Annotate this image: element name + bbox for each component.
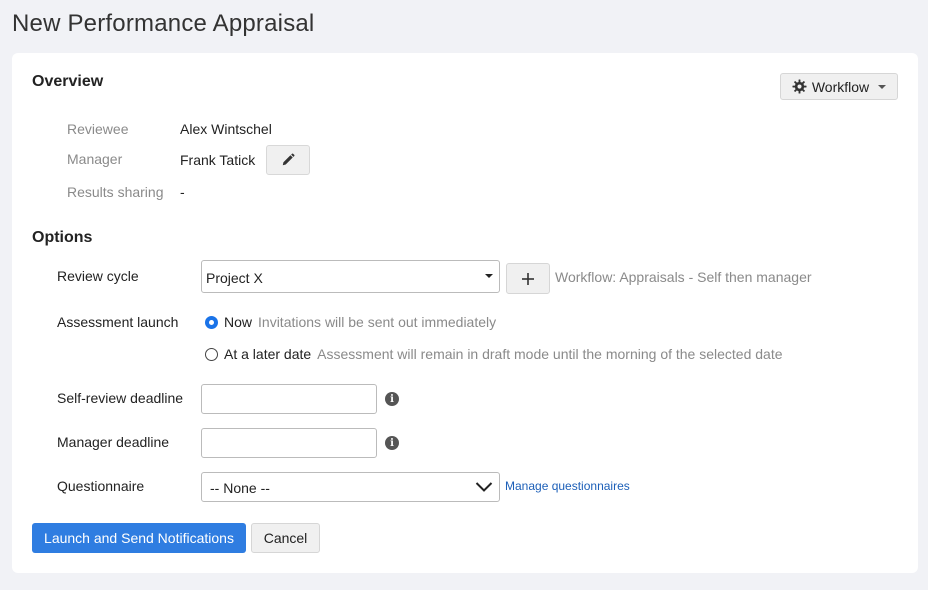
manager-label: Manager xyxy=(67,151,123,167)
workflow-button[interactable]: Workflow xyxy=(780,73,898,100)
results-sharing-value: - xyxy=(180,184,185,200)
radio-now[interactable] xyxy=(205,315,218,329)
cancel-button[interactable]: Cancel xyxy=(251,523,320,553)
radio-later-description: Assessment will remain in draft mode unt… xyxy=(317,346,783,362)
info-icon[interactable]: i xyxy=(385,392,399,406)
page-title: New Performance Appraisal xyxy=(12,10,315,37)
edit-manager-button[interactable] xyxy=(266,145,310,175)
plus-icon xyxy=(522,272,534,285)
pencil-icon xyxy=(281,153,295,167)
radio-later-label: At a later date xyxy=(224,346,312,362)
chevron-down-icon xyxy=(475,481,493,493)
caret-down-icon xyxy=(485,274,493,278)
radio-later-row: At a later date Assessment will remain i… xyxy=(205,346,783,362)
workflow-note: Workflow: Appraisals - Self then manager xyxy=(555,269,812,285)
review-cycle-value: Project X xyxy=(206,270,263,286)
reviewee-label: Reviewee xyxy=(67,121,129,137)
radio-now-description: Invitations will be sent out immediately xyxy=(258,314,497,330)
info-icon[interactable]: i xyxy=(385,436,399,450)
radio-now-label: Now xyxy=(224,314,253,330)
workflow-button-label: Workflow xyxy=(811,78,870,95)
gear-icon xyxy=(792,79,807,94)
review-cycle-select[interactable]: Project X xyxy=(201,260,500,293)
overview-heading: Overview xyxy=(32,73,104,90)
review-cycle-label: Review cycle xyxy=(57,268,139,284)
manage-questionnaires-link[interactable]: Manage questionnaires xyxy=(505,479,630,493)
manager-deadline-label: Manager deadline xyxy=(57,434,170,450)
manager-value: Frank Tatick xyxy=(180,152,256,168)
options-heading: Options xyxy=(32,229,93,246)
manager-deadline-input[interactable] xyxy=(201,428,377,458)
appraisal-form-card: Overview Workflow Reviewee Alex Wintsche… xyxy=(12,53,918,573)
launch-and-send-notifications-button[interactable]: Launch and Send Notifications xyxy=(32,523,246,553)
add-review-cycle-button[interactable] xyxy=(506,263,550,294)
assessment-launch-label: Assessment launch xyxy=(57,314,179,330)
radio-later[interactable] xyxy=(205,347,218,361)
radio-now-row: Now Invitations will be sent out immedia… xyxy=(205,314,496,330)
questionnaire-select[interactable]: -- None -- xyxy=(201,472,500,502)
self-review-deadline-input[interactable] xyxy=(201,384,377,414)
reviewee-value: Alex Wintschel xyxy=(180,121,272,137)
caret-down-icon xyxy=(878,84,887,89)
self-review-deadline-label: Self-review deadline xyxy=(57,390,184,406)
questionnaire-value: -- None -- xyxy=(210,480,270,496)
questionnaire-label: Questionnaire xyxy=(57,478,145,494)
results-sharing-label: Results sharing xyxy=(67,184,164,200)
